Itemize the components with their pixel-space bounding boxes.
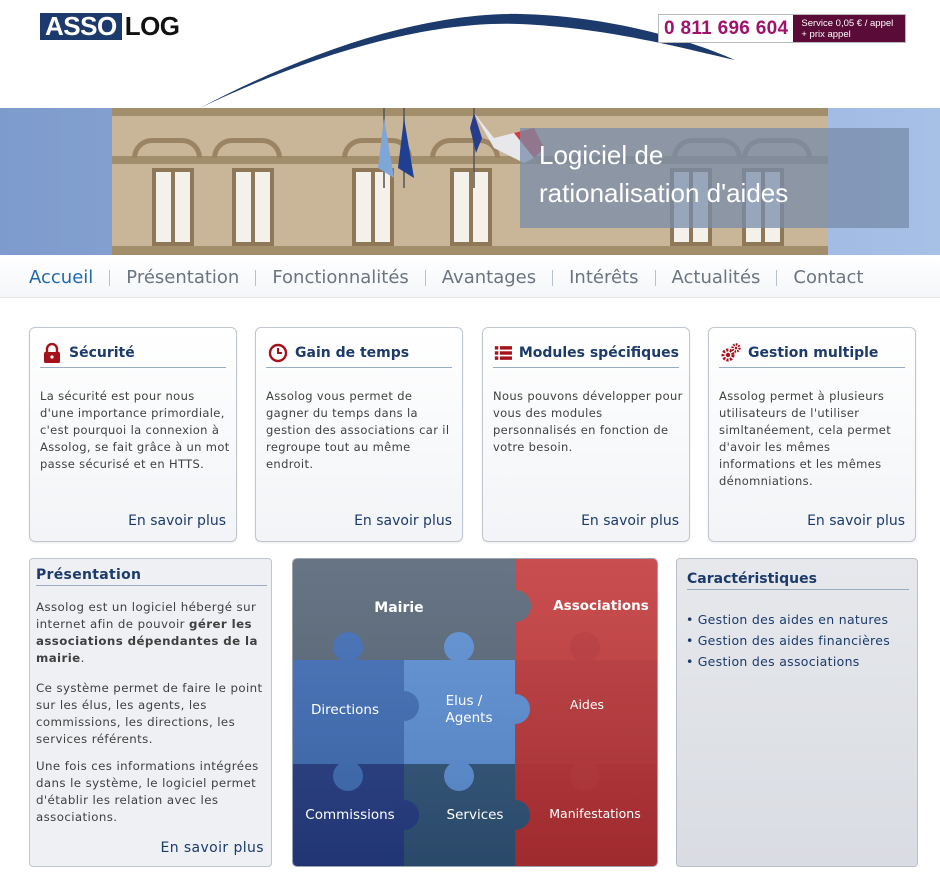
caracteristiques-title: Caractéristiques xyxy=(687,571,909,590)
feature-card-modules-specifiques: Modules spécifiques Nous pouvons dévelop… xyxy=(482,327,690,542)
phone-price-tag: Service 0,05 € / appel + prix appel xyxy=(793,15,906,42)
card-header: Sécurité xyxy=(40,343,226,368)
phone-number: 0 811 696 604 xyxy=(659,15,794,42)
list-icon xyxy=(494,346,512,360)
puzzle-svg: Mairie Associations Directions Elus / Ag… xyxy=(293,559,657,866)
presentation-paragraph-1: Assolog est un logiciel hébergé sur inte… xyxy=(36,599,264,667)
card-header: Gestion multiple xyxy=(719,343,905,368)
card-more-link[interactable]: En savoir plus xyxy=(581,513,679,529)
presentation-more-link[interactable]: En savoir plus xyxy=(160,840,264,856)
list-item[interactable]: • Gestion des aides financières xyxy=(686,630,890,651)
card-header: Gain de temps xyxy=(266,343,452,368)
caracteristiques-box: Caractéristiques • Gestion des aides en n… xyxy=(676,558,918,867)
card-body: Assolog permet à plusieurs utilisateurs … xyxy=(719,389,892,488)
caracteristiques-list: • Gestion des aides en natures • Gestion d… xyxy=(686,609,890,672)
clock-icon xyxy=(268,343,288,363)
nav-item-actualites[interactable]: Actualités xyxy=(654,268,777,286)
card-header: Modules spécifiques xyxy=(493,343,679,368)
feature-card-securite: Sécurité La sécurité est pour nous d'une… xyxy=(29,327,237,542)
banner-title-line1: Logiciel de xyxy=(539,140,664,170)
gears-icon xyxy=(721,343,741,362)
banner-title: Logiciel de rationalisation d'aides xyxy=(520,128,909,228)
phone-contact[interactable]: 0 811 696 604 Service 0,05 € / appel + p… xyxy=(658,14,907,43)
card-title: Gestion multiple xyxy=(748,345,879,361)
nav-item-contact[interactable]: Contact xyxy=(776,268,879,286)
card-body: Assolog vous permet de gagner du temps d… xyxy=(266,389,450,471)
card-title: Modules spécifiques xyxy=(518,345,679,361)
presentation-p1-end: . xyxy=(80,651,85,665)
nav-item-avantages[interactable]: Avantages xyxy=(424,268,552,286)
label-services: Services xyxy=(447,807,504,823)
main-navigation: Accueil Présentation Fonctionnalités Ava… xyxy=(0,258,940,298)
label-manifestations: Manifestations xyxy=(549,806,640,821)
flags-decoration xyxy=(378,108,544,188)
nav-item-fonctionnalites[interactable]: Fonctionnalités xyxy=(255,268,424,286)
phone-tag-line1: Service 0,05 € / appel xyxy=(801,18,894,29)
feature-card-gain-de-temps: Gain de temps Assolog vous permet de gag… xyxy=(255,327,463,542)
card-body: Nous pouvons développer pour vous des mo… xyxy=(493,389,683,454)
presentation-paragraph-3: Une fois ces informations intégrées dans… xyxy=(36,759,259,824)
label-mairie: Mairie xyxy=(374,600,423,616)
feature-card-gestion-multiple: Gestion multiple Assolog permet à plusie… xyxy=(708,327,916,542)
hero-banner: Logiciel de rationalisation d'aides xyxy=(0,108,940,255)
presentation-box: Présentation Assolog est un logiciel héb… xyxy=(29,558,272,867)
nav-item-presentation[interactable]: Présentation xyxy=(109,268,255,286)
label-commissions: Commissions xyxy=(305,807,394,823)
label-elus-line1: Elus / xyxy=(446,693,483,709)
list-item-label: Gestion des aides financières xyxy=(697,633,891,648)
puzzle-diagram: Mairie Associations Directions Elus / Ag… xyxy=(292,558,658,867)
list-item-label: Gestion des aides en natures xyxy=(697,612,889,627)
card-more-link[interactable]: En savoir plus xyxy=(128,513,226,529)
banner-title-line2: rationalisation d'aides xyxy=(539,178,789,208)
presentation-title: Présentation xyxy=(36,567,267,586)
label-aides: Aides xyxy=(570,697,604,712)
presentation-paragraph-2: Ce système permet de faire le point sur … xyxy=(36,681,263,746)
list-item-label: Gestion des associations xyxy=(697,654,860,669)
card-more-link[interactable]: En savoir plus xyxy=(807,513,905,529)
phone-tag-line2: + prix appel xyxy=(801,29,851,40)
card-more-link[interactable]: En savoir plus xyxy=(354,513,452,529)
list-item[interactable]: • Gestion des aides en natures xyxy=(686,609,890,630)
lock-icon xyxy=(44,343,60,363)
nav-item-accueil[interactable]: Accueil xyxy=(29,268,109,286)
card-body: La sécurité est pour nous d'une importan… xyxy=(40,389,230,471)
label-associations: Associations xyxy=(553,598,649,614)
list-item[interactable]: • Gestion des associations xyxy=(686,651,890,672)
nav-item-interets[interactable]: Intérêts xyxy=(552,268,654,286)
bullet-icon: • xyxy=(686,633,694,648)
label-directions: Directions xyxy=(311,702,379,718)
bullet-icon: • xyxy=(686,654,694,669)
card-title: Gain de temps xyxy=(295,345,410,361)
label-elus-line2: Agents xyxy=(446,710,493,726)
bullet-icon: • xyxy=(686,612,694,627)
card-title: Sécurité xyxy=(69,345,135,361)
